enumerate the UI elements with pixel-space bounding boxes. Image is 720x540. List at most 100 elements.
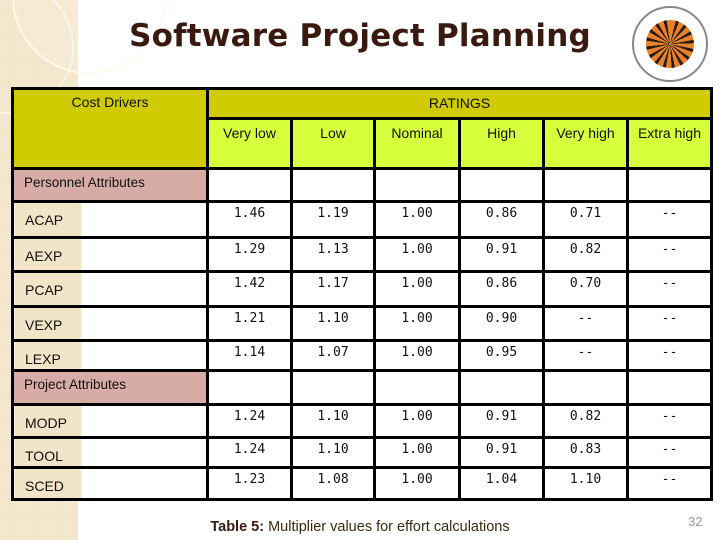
value-cell: 1.10 [290, 403, 376, 439]
value-cell: 1.46 [206, 200, 293, 239]
column-header: High [458, 117, 545, 170]
section-label: Project Attributes [24, 377, 127, 392]
multiplier-value: 1.00 [401, 311, 433, 326]
section-row: Personnel Attributes [11, 167, 713, 203]
table-row: TOOL 1.24 1.10 1.00 0.91 0.83 -- [11, 436, 713, 469]
value-cell: 1.10 [290, 305, 376, 342]
value-cell: 1.00 [373, 436, 461, 469]
multiplier-value: 1.23 [233, 472, 266, 487]
column-header-label: Very high [556, 125, 615, 141]
ratings-header-label: RATINGS [428, 95, 491, 111]
multiplier-value: 0.95 [485, 345, 518, 360]
value-cell: 1.23 [206, 466, 293, 501]
value-cell: 0.91 [458, 403, 545, 439]
multiplier-value: -- [661, 345, 678, 360]
section-header: Personnel Attributes [11, 167, 209, 203]
cost-driver-multiplier-table: Cost Drivers RATINGS Very low Low Nominal H… [11, 87, 713, 501]
driver-cell: ACAP [11, 200, 209, 239]
column-header: Very high [542, 117, 629, 170]
empty-cell [542, 369, 629, 406]
multiplier-value: -- [661, 472, 678, 487]
multiplier-value: 1.08 [317, 472, 349, 487]
column-header: Very low [206, 117, 293, 170]
value-cell: 1.14 [206, 339, 293, 372]
driver-cell: MODP [11, 403, 209, 439]
empty-cell [626, 167, 713, 203]
driver-cell: LEXP [11, 339, 209, 372]
value-cell: 0.71 [542, 200, 629, 239]
multiplier-value: 1.10 [569, 472, 602, 487]
table-row: AEXP 1.29 1.13 1.00 0.91 0.82 -- [11, 236, 713, 273]
value-cell: 1.00 [373, 305, 461, 342]
multiplier-value: -- [661, 242, 678, 257]
column-header-label: Extra high [637, 125, 702, 141]
cost-drivers-header: Cost Drivers [11, 87, 209, 170]
multiplier-value: -- [577, 345, 594, 360]
cost-drivers-header-label: Cost Drivers [71, 94, 149, 110]
table-row: LEXP 1.14 1.07 1.00 0.95 -- -- [11, 339, 713, 372]
multiplier-value: 1.46 [233, 206, 266, 221]
empty-cell [458, 369, 545, 406]
multiplier-value: 0.71 [569, 206, 602, 221]
value-cell: 1.29 [206, 236, 293, 273]
driver-cell: PCAP [11, 270, 209, 308]
multiplier-value: 1.00 [401, 206, 433, 221]
driver-label: MODP [25, 415, 67, 431]
value-cell: 1.00 [373, 339, 461, 372]
column-header: Nominal [373, 117, 461, 170]
table-row: MODP 1.24 1.10 1.00 0.91 0.82 -- [11, 403, 713, 439]
value-cell: 0.91 [458, 436, 545, 469]
multiplier-value: 0.86 [485, 206, 518, 221]
empty-cell [626, 369, 713, 406]
multiplier-value: 1.00 [401, 345, 433, 360]
multiplier-value: 1.14 [233, 345, 266, 360]
table-row: PCAP 1.42 1.17 1.00 0.86 0.70 -- [11, 270, 713, 308]
value-cell: 0.70 [542, 270, 629, 308]
value-cell: -- [626, 305, 713, 342]
value-cell: 1.08 [290, 466, 376, 501]
multiplier-value: 0.86 [485, 276, 518, 291]
multiplier-value: -- [661, 311, 678, 326]
empty-cell [542, 167, 629, 203]
multiplier-value: -- [661, 276, 678, 291]
empty-cell [206, 167, 293, 203]
multiplier-value: -- [661, 442, 678, 457]
value-cell: 1.13 [290, 236, 376, 273]
value-cell: 1.10 [290, 436, 376, 469]
table-row: VEXP 1.21 1.10 1.00 0.90 -- -- [11, 305, 713, 342]
ratings-header: RATINGS [206, 87, 713, 120]
table-caption: Table 5: Multiplier values for effort ca… [0, 519, 720, 535]
multiplier-value: 1.42 [233, 276, 266, 291]
multiplier-value: 0.70 [569, 276, 602, 291]
multiplier-value: 1.07 [317, 345, 349, 360]
multiplier-value: 1.19 [317, 206, 349, 221]
driver-label: TOOL [25, 448, 63, 464]
multiplier-value: 1.24 [233, 442, 266, 457]
value-cell: 1.19 [290, 200, 376, 239]
value-cell: 1.00 [373, 200, 461, 239]
column-header: Extra high [626, 117, 713, 170]
column-header-label: Very low [223, 125, 276, 141]
value-cell: -- [626, 236, 713, 273]
value-cell: 0.90 [458, 305, 545, 342]
column-header: Low [290, 117, 376, 170]
section-label: Personnel Attributes [24, 175, 145, 190]
value-cell: 0.86 [458, 200, 545, 239]
multiplier-value: 0.91 [485, 242, 518, 257]
driver-label: AEXP [25, 248, 63, 264]
multiplier-value: -- [577, 311, 594, 326]
value-cell: 1.17 [290, 270, 376, 308]
multiplier-value: 1.00 [401, 276, 433, 291]
value-cell: 1.04 [458, 466, 545, 501]
value-cell: 0.82 [542, 403, 629, 439]
value-cell: 0.83 [542, 436, 629, 469]
driver-label: ACAP [25, 212, 64, 228]
slide-title: Software Project Planning [129, 18, 591, 54]
driver-label: PCAP [25, 282, 64, 298]
driver-cell: AEXP [11, 236, 209, 273]
table-row: ACAP 1.46 1.19 1.00 0.86 0.71 -- [11, 200, 713, 239]
value-cell: 1.00 [373, 403, 461, 439]
multiplier-value: 1.00 [401, 409, 433, 424]
value-cell: 0.86 [458, 270, 545, 308]
multiplier-value: 1.00 [401, 442, 433, 457]
